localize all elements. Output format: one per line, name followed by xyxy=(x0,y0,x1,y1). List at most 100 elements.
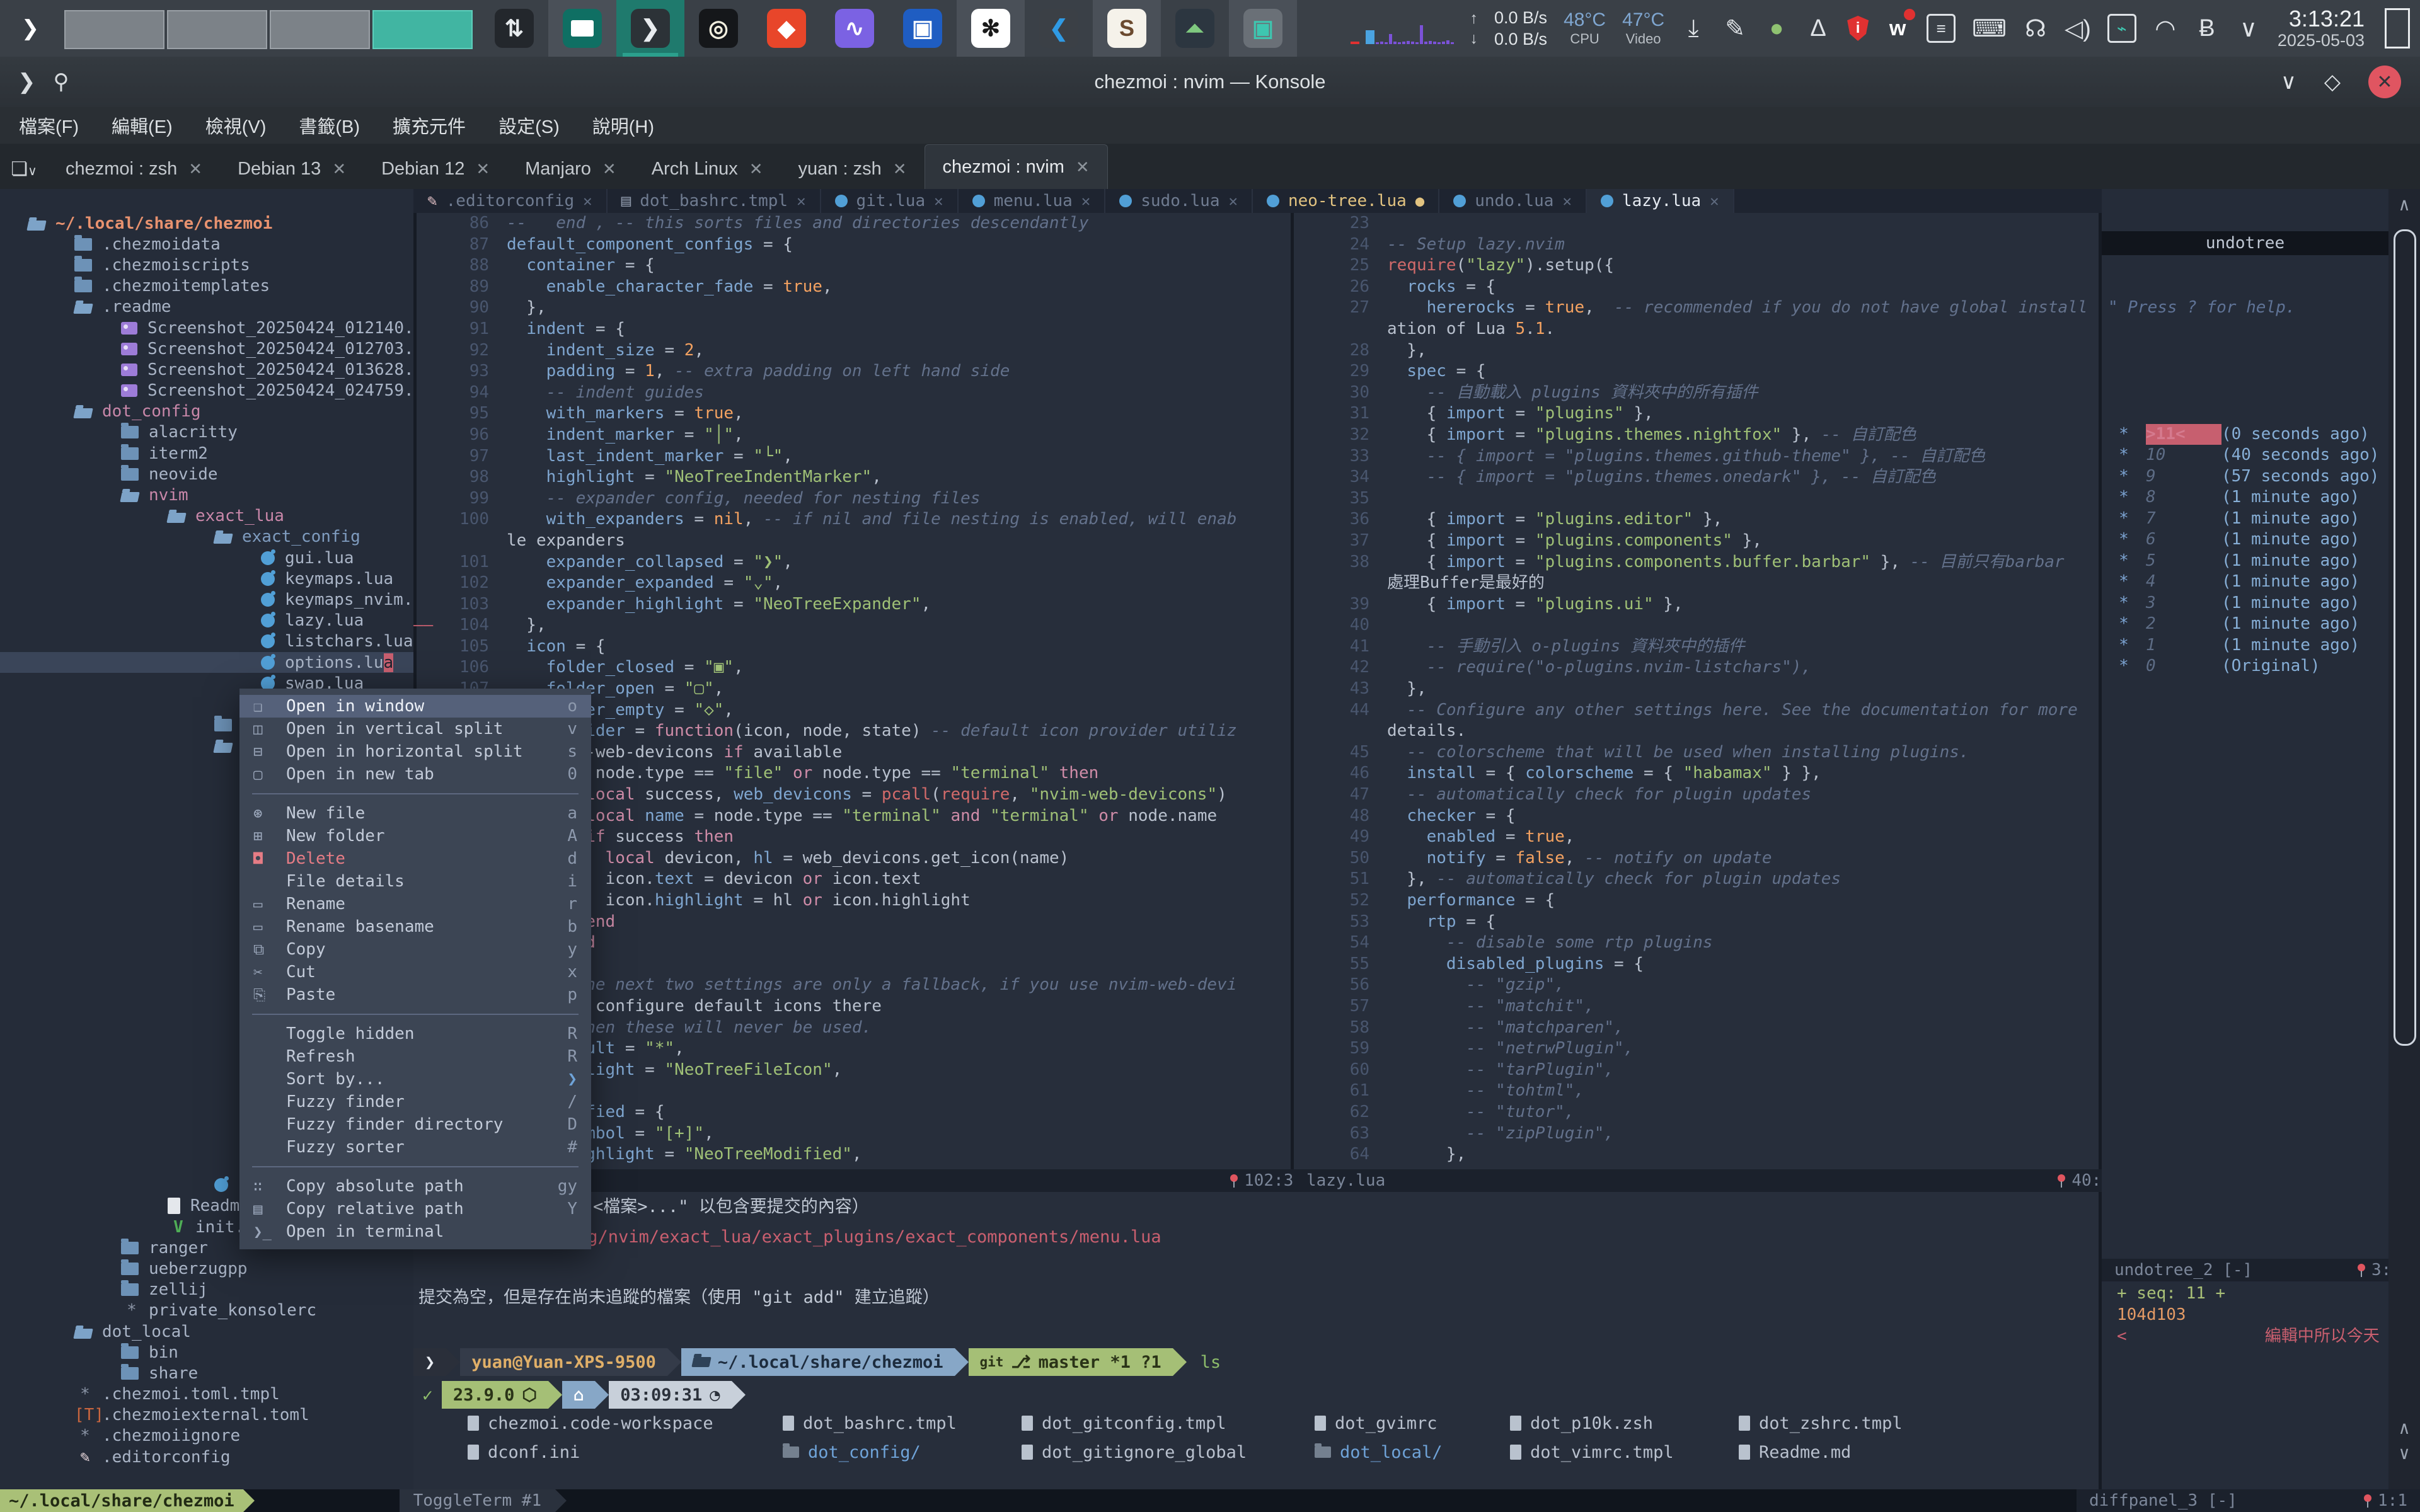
tree-item[interactable]: alacritty xyxy=(0,422,413,443)
password-shield-icon[interactable]: ▣ xyxy=(889,0,957,57)
menu-item-new-file[interactable]: ⊛New filea xyxy=(239,802,591,825)
new-tab-button[interactable]: ❏∨ xyxy=(0,158,48,189)
menu-item[interactable]: 檢視(V) xyxy=(205,112,267,139)
menu-item-open-in-vertical-split[interactable]: ◫Open in vertical splitv xyxy=(239,718,591,740)
vscode-icon[interactable]: ❮ xyxy=(1025,0,1093,57)
tree-item[interactable]: dot_config xyxy=(0,401,413,422)
ls-entry[interactable]: dot_gitignore_global xyxy=(1022,1443,1315,1462)
tree-item[interactable]: options.lua xyxy=(0,652,413,673)
undo-state[interactable]: *>11<(0 seconds ago) xyxy=(2102,424,2388,445)
menu-item-open-in-new-tab[interactable]: ▢Open in new tab0 xyxy=(239,763,591,786)
notifications-bell-icon[interactable]: Δ xyxy=(1806,15,1831,42)
target-rings-icon[interactable]: ◎ xyxy=(684,0,752,57)
headset-icon[interactable]: ☊ xyxy=(2023,14,2048,43)
menu-item[interactable]: 設定(S) xyxy=(498,112,560,139)
close-tab-icon[interactable]: ✕ xyxy=(602,159,616,179)
tree-item[interactable]: ueberzugpp xyxy=(0,1258,413,1279)
menu-item-sort-by-[interactable]: Sort by...❯ xyxy=(239,1068,591,1091)
menu-item-toggle-hidden[interactable]: Toggle hiddenR xyxy=(239,1022,591,1045)
tree-item[interactable]: share xyxy=(0,1363,413,1383)
chatgpt-icon[interactable]: ✻ xyxy=(957,0,1025,57)
toggleterm[interactable]: <檔案>..." 以包含要提交的內容）dot_config/nvim/exact… xyxy=(413,1192,2099,1489)
w-red-dot-icon[interactable]: w xyxy=(1885,16,1910,41)
konsole-tab[interactable]: Arch Linux✕ xyxy=(634,149,781,189)
volume-icon[interactable]: ◁) xyxy=(2065,14,2091,43)
virtual-desktop-4[interactable] xyxy=(372,10,473,49)
typed-command[interactable]: ls xyxy=(1201,1353,1221,1372)
close-button[interactable]: ✕ xyxy=(2368,66,2401,98)
konsole-tab[interactable]: Debian 12✕ xyxy=(364,149,507,189)
undo-state[interactable]: *1(1 minute ago) xyxy=(2102,635,2388,656)
close-tab-icon[interactable]: ✕ xyxy=(476,159,490,179)
konsole-tab[interactable]: chezmoi : nvim✕ xyxy=(925,144,1108,189)
menu-item[interactable]: 書籤(B) xyxy=(299,112,360,139)
ls-entry[interactable]: dot_local/ xyxy=(1315,1443,1510,1462)
tree-item[interactable]: Screenshot_20250424_012140.png xyxy=(0,318,413,338)
virtual-desktop-2[interactable] xyxy=(167,10,267,49)
buffer-tab[interactable]: git.lua✕ xyxy=(821,189,959,213)
close-tab-icon[interactable]: ✕ xyxy=(332,159,346,179)
tree-item[interactable]: dot_local xyxy=(0,1321,413,1342)
undo-state[interactable]: *7(1 minute ago) xyxy=(2102,508,2388,530)
scroll-down-icon[interactable]: ∨ xyxy=(2388,1443,2420,1463)
buffer-tab[interactable]: menu.lua✕ xyxy=(959,189,1106,213)
tree-item[interactable]: ~/.local/share/chezmoi xyxy=(0,213,413,234)
tree-item[interactable]: Screenshot_20250424_013628.png xyxy=(0,359,413,380)
scrollbar-thumb[interactable] xyxy=(2394,229,2416,1046)
virtual-desktop-1[interactable] xyxy=(64,10,164,49)
tree-item[interactable]: Screenshot_20250424_024759.png xyxy=(0,381,413,401)
menu-item-new-folder[interactable]: ⊞New folderA xyxy=(239,825,591,847)
app-launcher-icon[interactable]: ❯ xyxy=(0,16,57,41)
menu-item[interactable]: 說明(H) xyxy=(592,112,654,139)
tree-item[interactable]: zellij xyxy=(0,1280,413,1300)
tree-item[interactable]: keymaps.lua xyxy=(0,568,413,589)
menu-item-refresh[interactable]: RefreshR xyxy=(239,1045,591,1068)
tree-item[interactable]: bin xyxy=(0,1342,413,1363)
tree-item[interactable]: .chezmoiscripts xyxy=(0,255,413,275)
tree-item[interactable]: gui.lua xyxy=(0,547,413,568)
tree-item[interactable]: Screenshot_20250424_012703.png xyxy=(0,338,413,359)
tree-item[interactable]: .readme xyxy=(0,297,413,318)
tree-item[interactable]: *.chezmoi.toml.tmpl xyxy=(0,1384,413,1405)
ls-entry[interactable]: dot_bashrc.tmpl xyxy=(783,1414,1022,1433)
konsole-tab[interactable]: yuan : zsh✕ xyxy=(781,149,925,189)
buffer-tab[interactable]: lazy.lua✕ xyxy=(1587,189,1734,213)
menu-item-file-details[interactable]: File detailsi xyxy=(239,870,591,893)
menu-item-copy-relative-path[interactable]: ▤Copy relative pathY xyxy=(239,1198,591,1220)
menu-item-open-in-horizontal-split[interactable]: ⊟Open in horizontal splits xyxy=(239,740,591,763)
color-status-dot-icon[interactable]: ● xyxy=(1764,15,1789,42)
buffer-tab[interactable]: ✎.editorconfig✕ xyxy=(413,189,608,213)
editor-pane-lazy[interactable]: 2324-- Setup lazy.nvim25require("lazy").… xyxy=(1294,213,2099,1169)
settings-sliders-icon[interactable]: ⇅ xyxy=(480,0,548,57)
tree-item[interactable]: lazy.lua xyxy=(0,610,413,631)
file-manager-icon[interactable] xyxy=(548,0,616,57)
tree-item[interactable]: nvim xyxy=(0,484,413,505)
menu-item[interactable]: 編輯(E) xyxy=(112,112,173,139)
undo-state[interactable]: *2(1 minute ago) xyxy=(2102,614,2388,635)
menu-item-open-in-terminal[interactable]: ❯_Open in terminal xyxy=(239,1220,591,1243)
close-buffer-icon[interactable]: ✕ xyxy=(1710,192,1719,210)
close-buffer-icon[interactable]: ✕ xyxy=(797,192,805,210)
undo-state[interactable]: *4(1 minute ago) xyxy=(2102,571,2388,593)
virtual-desktop-3[interactable] xyxy=(270,10,370,49)
close-tab-icon[interactable]: ✕ xyxy=(749,159,763,179)
ls-entry[interactable]: Readme.md xyxy=(1739,1443,2054,1462)
menu-item-copy[interactable]: ⧉Copyy xyxy=(239,938,591,961)
undo-state[interactable]: *5(1 minute ago) xyxy=(2102,551,2388,572)
tree-item[interactable]: exact_lua xyxy=(0,506,413,527)
menu-item-fuzzy-sorter[interactable]: Fuzzy sorter# xyxy=(239,1136,591,1159)
menu-item[interactable]: 檔案(F) xyxy=(19,112,79,139)
close-tab-icon[interactable]: ✕ xyxy=(893,159,907,179)
close-tab-icon[interactable]: ✕ xyxy=(1076,158,1090,177)
close-buffer-icon[interactable]: ✕ xyxy=(1562,192,1571,210)
ls-entry[interactable]: chezmoi.code-workspace xyxy=(468,1414,783,1433)
undo-state[interactable]: *10(40 seconds ago) xyxy=(2102,445,2388,466)
window-titlebar[interactable]: ❯ ⚲ chezmoi : nvim — Konsole ∨ ◇ ✕ xyxy=(0,57,2420,107)
buffer-tab[interactable]: neo-tree.lua● xyxy=(1253,189,1439,213)
undo-state[interactable]: *8(1 minute ago) xyxy=(2102,487,2388,508)
menu-item-fuzzy-finder-directory[interactable]: Fuzzy finder directoryD xyxy=(239,1113,591,1136)
konsole-tab[interactable]: chezmoi : zsh✕ xyxy=(48,149,220,189)
ls-entry[interactable]: dot_vimrc.tmpl xyxy=(1510,1443,1739,1462)
menu-item-paste[interactable]: ⎘Pastep xyxy=(239,983,591,1006)
scroll-up-icon[interactable]: ∧ xyxy=(2388,194,2420,215)
